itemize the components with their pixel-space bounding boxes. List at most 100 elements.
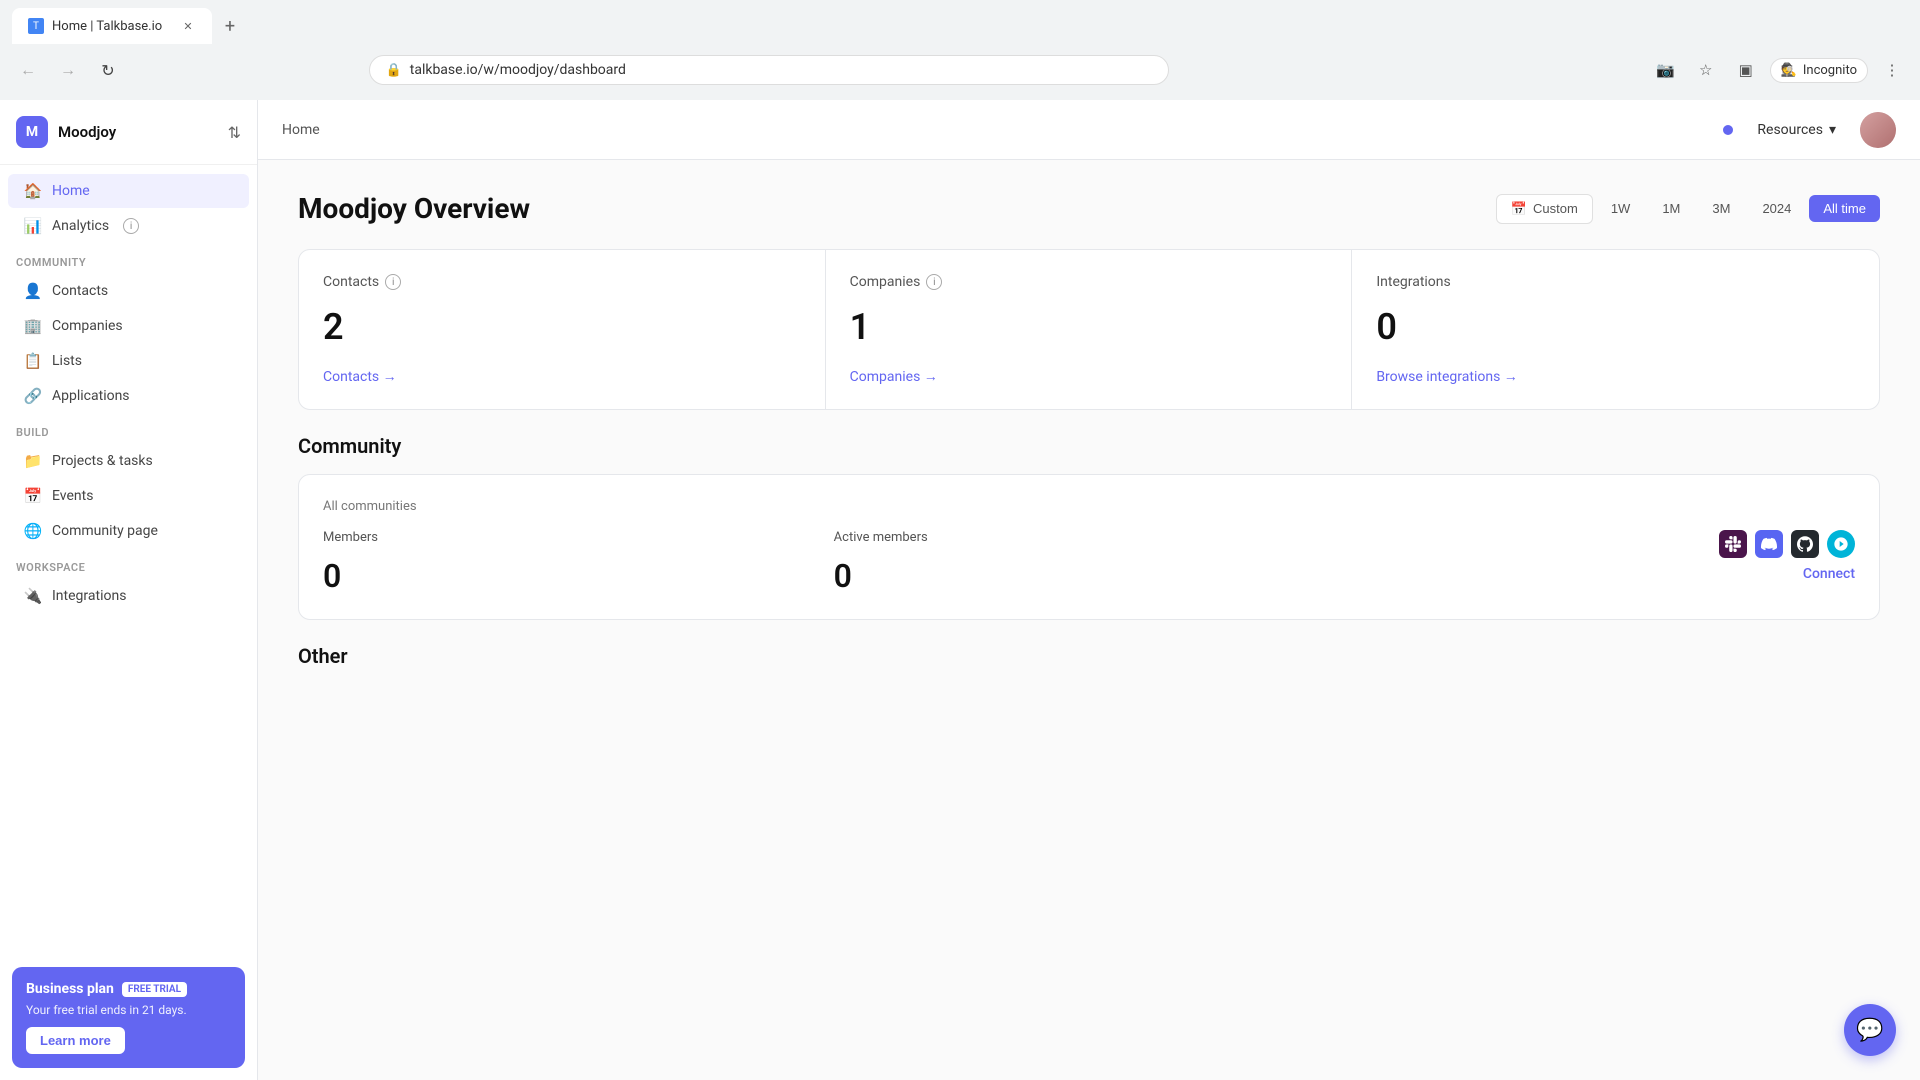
- sidebar-bottom: Business plan FREE TRIAL Your free trial…: [0, 955, 257, 1080]
- chat-widget[interactable]: 💬: [1844, 1004, 1896, 1056]
- incognito-badge: 🕵 Incognito: [1770, 58, 1868, 83]
- resources-label: Resources: [1757, 122, 1823, 138]
- contacts-stat-label: Contacts i: [323, 274, 801, 290]
- members-label: Members: [323, 530, 834, 545]
- companies-info-icon: i: [926, 274, 942, 290]
- active-members-value: 0: [834, 557, 1345, 595]
- members-stat: Members 0: [323, 530, 834, 595]
- time-filter-1m[interactable]: 1M: [1648, 195, 1694, 222]
- user-avatar[interactable]: [1860, 112, 1896, 148]
- lists-icon: 📋: [24, 352, 42, 370]
- home-icon: 🏠: [24, 182, 42, 200]
- new-tab-button[interactable]: +: [216, 12, 244, 40]
- connect-button[interactable]: Connect: [1803, 566, 1855, 582]
- page-header: Moodjoy Overview 📅 Custom 1W 1M 3M 2024 …: [298, 192, 1880, 225]
- resources-chevron-icon: ▾: [1829, 122, 1836, 138]
- applications-icon: 🔗: [24, 387, 42, 405]
- members-value: 0: [323, 557, 834, 595]
- stat-card-integrations: Integrations 0 Browse integrations →: [1352, 250, 1879, 409]
- sidebar-integrations-label: Integrations: [52, 588, 126, 604]
- sidebar-item-integrations[interactable]: 🔌 Integrations: [8, 579, 249, 613]
- sidebar-item-projects[interactable]: 📁 Projects & tasks: [8, 444, 249, 478]
- community-section-label: COMMUNITY: [0, 244, 257, 273]
- sidebar-item-contacts[interactable]: 👤 Contacts: [8, 274, 249, 308]
- sidebar-nav: 🏠 Home 📊 Analytics i COMMUNITY 👤 Contact…: [0, 165, 257, 955]
- contacts-stat-value: 2: [323, 306, 801, 348]
- sidebar-icon[interactable]: ▣: [1730, 54, 1762, 86]
- integrations-stat-label: Integrations: [1376, 274, 1855, 290]
- companies-icon: 🏢: [24, 317, 42, 335]
- refresh-button[interactable]: ↻: [92, 54, 124, 86]
- content-area: Moodjoy Overview 📅 Custom 1W 1M 3M 2024 …: [258, 160, 1920, 1080]
- forward-button[interactable]: →: [52, 54, 84, 86]
- star-icon[interactable]: ☆: [1690, 54, 1722, 86]
- tab-favicon: T: [28, 18, 44, 34]
- active-members-label: Active members: [834, 530, 1345, 545]
- sidebar-item-community-page[interactable]: 🌐 Community page: [8, 514, 249, 548]
- sidebar-analytics-label: Analytics: [52, 218, 109, 234]
- workspace-chevron-icon[interactable]: ⇅: [228, 123, 241, 142]
- time-filter-3m[interactable]: 3M: [1698, 195, 1744, 222]
- sidebar-applications-label: Applications: [52, 388, 130, 404]
- time-filter-all[interactable]: All time: [1809, 195, 1880, 222]
- active-members-stat: Active members 0: [834, 530, 1345, 595]
- incognito-label: Incognito: [1803, 63, 1857, 78]
- analytics-icon: 📊: [24, 217, 42, 235]
- browse-integrations-link[interactable]: Browse integrations →: [1376, 368, 1855, 385]
- camera-off-icon[interactable]: 📷: [1650, 54, 1682, 86]
- menu-button[interactable]: ⋮: [1876, 54, 1908, 86]
- sidebar-home-label: Home: [52, 183, 90, 199]
- time-filter-1w[interactable]: 1W: [1597, 195, 1645, 222]
- address-bar[interactable]: 🔒 talkbase.io/w/moodjoy/dashboard: [369, 55, 1169, 85]
- other-integration-icon: [1827, 530, 1855, 558]
- contacts-icon: 👤: [24, 282, 42, 300]
- business-plan-card: Business plan FREE TRIAL Your free trial…: [12, 967, 245, 1068]
- back-button[interactable]: ←: [12, 54, 44, 86]
- stat-card-contacts: Contacts i 2 Contacts →: [299, 250, 826, 409]
- analytics-info-icon: i: [123, 218, 139, 234]
- build-section-label: BUILD: [0, 414, 257, 443]
- sidebar-item-companies[interactable]: 🏢 Companies: [8, 309, 249, 343]
- sidebar-lists-label: Lists: [52, 353, 82, 369]
- learn-more-button[interactable]: Learn more: [26, 1027, 125, 1054]
- events-icon: 📅: [24, 487, 42, 505]
- sidebar-community-page-label: Community page: [52, 523, 158, 539]
- tab-close-btn[interactable]: ✕: [180, 18, 196, 34]
- community-card: All communities Members 0 Active members…: [298, 474, 1880, 620]
- community-section-title: Community: [298, 434, 1880, 458]
- sidebar-item-analytics[interactable]: 📊 Analytics i: [8, 209, 249, 243]
- top-bar-right: Resources ▾: [1723, 112, 1896, 148]
- plan-title: Business plan: [26, 981, 114, 997]
- resources-button[interactable]: Resources ▾: [1745, 116, 1848, 144]
- tab-title: Home | Talkbase.io: [52, 19, 162, 34]
- workspace-icon: M: [16, 116, 48, 148]
- stats-grid: Contacts i 2 Contacts → Companies i 1 Co…: [298, 249, 1880, 410]
- contacts-link[interactable]: Contacts →: [323, 368, 801, 385]
- sidebar-item-lists[interactable]: 📋 Lists: [8, 344, 249, 378]
- sidebar-events-label: Events: [52, 488, 93, 504]
- time-filter-custom[interactable]: 📅 Custom: [1496, 194, 1593, 224]
- projects-icon: 📁: [24, 452, 42, 470]
- workspace-section-label: WORKSPACE: [0, 549, 257, 578]
- sidebar-item-events[interactable]: 📅 Events: [8, 479, 249, 513]
- sidebar-companies-label: Companies: [52, 318, 123, 334]
- connect-icons: [1719, 530, 1855, 558]
- slack-icon: [1719, 530, 1747, 558]
- companies-stat-value: 1: [850, 306, 1328, 348]
- status-dot: [1723, 125, 1733, 135]
- active-tab[interactable]: T Home | Talkbase.io ✕: [12, 8, 212, 44]
- other-section-title: Other: [298, 644, 1880, 668]
- integrations-icon: 🔌: [24, 587, 42, 605]
- top-bar: Home Resources ▾: [258, 100, 1920, 160]
- chat-icon: 💬: [1856, 1018, 1883, 1043]
- sidebar-item-applications[interactable]: 🔗 Applications: [8, 379, 249, 413]
- time-filter-2024[interactable]: 2024: [1748, 195, 1805, 222]
- discord-icon: [1755, 530, 1783, 558]
- companies-link[interactable]: Companies →: [850, 368, 1328, 385]
- sidebar-item-home[interactable]: 🏠 Home: [8, 174, 249, 208]
- address-text: talkbase.io/w/moodjoy/dashboard: [410, 62, 626, 78]
- sidebar-projects-label: Projects & tasks: [52, 453, 153, 469]
- avatar-image: [1860, 112, 1896, 148]
- community-subtitle: All communities: [323, 499, 1855, 514]
- integrations-stat-value: 0: [1376, 306, 1855, 348]
